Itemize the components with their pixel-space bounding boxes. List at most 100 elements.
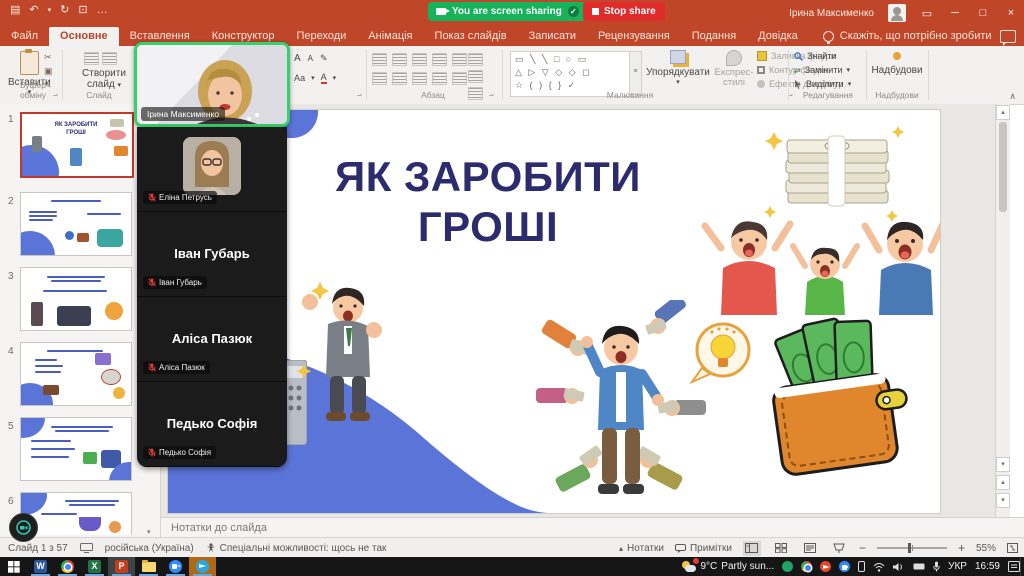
tab-slideshow[interactable]: Показ слайдів: [424, 27, 518, 46]
taskbar-word[interactable]: W: [27, 557, 54, 576]
quick-styles-button[interactable]: Експрес-стилі: [711, 50, 757, 89]
tab-help[interactable]: Довідка: [747, 27, 809, 46]
thumbnail-slide-3[interactable]: [20, 267, 132, 331]
network-icon[interactable]: [873, 562, 885, 572]
pen-icon[interactable]: [913, 562, 925, 571]
slide-sorter-view-button[interactable]: [772, 541, 790, 556]
tab-home[interactable]: Основне: [49, 27, 119, 46]
shrink-font-icon[interactable]: А: [308, 54, 313, 63]
thumbnail-slide-4[interactable]: [20, 342, 132, 406]
font-color-icon[interactable]: А: [321, 72, 327, 84]
share-check-icon[interactable]: ✓: [568, 6, 579, 17]
ribbon-display-options-icon[interactable]: ▭: [920, 7, 934, 20]
clipboard-dialog-launcher[interactable]: ⌐: [53, 91, 58, 100]
previous-slide-button[interactable]: ▴: [996, 475, 1010, 490]
taskbar-excel[interactable]: X: [81, 557, 108, 576]
slide-scrollbar[interactable]: ▴ ▾ ▴ ▾: [995, 104, 1010, 517]
taskbar-chrome[interactable]: [54, 557, 81, 576]
next-slide-button[interactable]: ▾: [996, 493, 1010, 508]
tray-zoom-icon[interactable]: [839, 561, 850, 572]
minimize-button[interactable]: ─: [948, 7, 962, 19]
weather-widget[interactable]: 9°C Partly sun...: [682, 561, 775, 573]
avatar[interactable]: [888, 4, 906, 22]
keyboard-language[interactable]: УКР: [948, 561, 967, 572]
bullets-icon[interactable]: [372, 53, 387, 66]
scroll-down-icon[interactable]: ▾: [996, 457, 1010, 472]
thumbnail-slide-1[interactable]: ЯК ЗАРОБИТИ ГРОШІ: [20, 112, 134, 178]
tell-me-box[interactable]: Скажіть, що потрібно зробити: [823, 30, 992, 46]
scroll-up-icon[interactable]: ▴: [996, 105, 1010, 120]
participant-tile[interactable]: Іван Губарь Іван Губарь: [137, 212, 287, 297]
zoom-in-button[interactable]: +: [958, 541, 965, 555]
zoom-out-button[interactable]: −: [859, 541, 866, 555]
replace-button[interactable]: ⇄ Замінити ▾: [794, 65, 851, 75]
tab-record[interactable]: Записати: [518, 27, 587, 46]
comments-icon[interactable]: [1000, 30, 1016, 43]
select-button[interactable]: Виділити ▾: [794, 79, 851, 89]
align-left-icon[interactable]: [372, 72, 387, 85]
taskbar-powerpoint[interactable]: P: [108, 557, 135, 576]
account-name[interactable]: Ірина Максименко: [789, 8, 874, 19]
qat-more-icon[interactable]: …: [97, 4, 108, 16]
tab-transitions[interactable]: Переходи: [285, 27, 357, 46]
taskbar-telegram[interactable]: [189, 557, 216, 576]
new-slide-icon[interactable]: [84, 52, 99, 65]
tab-review[interactable]: Рецензування: [587, 27, 681, 46]
align-text-icon[interactable]: [468, 70, 483, 83]
participant-tile[interactable]: Аліса Пазюк Аліса Пазюк: [137, 297, 287, 382]
fontcolor-dropdown-icon[interactable]: ▾: [333, 74, 337, 82]
thumbnail-slide-5[interactable]: [20, 417, 132, 481]
participant-tile[interactable]: Педько Софія Педько Софія: [137, 382, 287, 467]
normal-view-button[interactable]: [743, 541, 761, 556]
comments-toggle[interactable]: Примітки: [675, 543, 732, 554]
find-button[interactable]: Знайти: [794, 51, 851, 61]
redo-icon[interactable]: ↻: [60, 3, 69, 16]
align-right-icon[interactable]: [412, 72, 427, 85]
tray-chrome-icon[interactable]: [801, 561, 812, 572]
paragraph-dialog-launcher[interactable]: ⌐: [489, 91, 494, 100]
stop-share-button[interactable]: Stop share: [583, 2, 665, 21]
tray-telegram-icon[interactable]: [820, 561, 831, 572]
decrease-indent-icon[interactable]: [412, 53, 427, 66]
zoom-annotation-widget[interactable]: [9, 513, 38, 542]
tab-animations[interactable]: Анімація: [357, 27, 423, 46]
text-direction-icon[interactable]: [468, 53, 483, 66]
active-speaker-video[interactable]: Ірина Максименко: [134, 42, 290, 127]
notification-center-icon[interactable]: [1008, 561, 1020, 572]
zoom-level[interactable]: 55%: [976, 543, 996, 554]
slideshow-view-button[interactable]: [830, 541, 848, 556]
case-dropdown-icon[interactable]: ▾: [311, 74, 315, 82]
tab-file[interactable]: Файл: [0, 27, 49, 46]
taskbar-zoom[interactable]: [162, 557, 189, 576]
change-case-icon[interactable]: Аа: [294, 73, 305, 83]
font-dialog-launcher[interactable]: ⌐: [357, 91, 362, 100]
copy-icon[interactable]: ▣: [44, 66, 53, 77]
reading-view-button[interactable]: [801, 541, 819, 556]
new-slide-button[interactable]: Створити слайд ▾: [78, 68, 130, 90]
align-center-icon[interactable]: [392, 72, 407, 85]
notes-toggle[interactable]: ▴ Нотатки: [619, 543, 664, 554]
tray-green-app-icon[interactable]: [782, 561, 793, 572]
participant-tile[interactable]: Еліна Петрусь: [137, 127, 287, 212]
thumbnail-scroll-down-icon[interactable]: ▾: [147, 528, 151, 536]
numbering-icon[interactable]: [392, 53, 407, 66]
undo-dropdown-icon[interactable]: ▾: [48, 6, 52, 14]
taskbar-explorer[interactable]: [135, 557, 162, 576]
volume-icon[interactable]: [893, 562, 905, 572]
phone-icon[interactable]: [858, 561, 865, 572]
notes-pane[interactable]: Нотатки до слайда: [161, 517, 1024, 537]
show-desktop-button[interactable]: [1020, 557, 1024, 576]
zoom-meeting-panel[interactable]: Ірина Максименко Еліна Петрусь Іван Губа…: [134, 42, 290, 127]
fit-to-window-icon[interactable]: [1007, 543, 1018, 553]
undo-icon[interactable]: ↶: [29, 3, 38, 16]
arrange-button[interactable]: Упорядкувати ▾: [647, 50, 709, 86]
addins-button[interactable]: Надбудови: [874, 52, 920, 76]
increase-indent-icon[interactable]: [432, 53, 447, 66]
close-button[interactable]: ×: [1004, 7, 1018, 19]
zoom-slider[interactable]: [877, 547, 947, 549]
mic-icon[interactable]: [933, 561, 940, 572]
start-button[interactable]: [0, 557, 27, 576]
collapse-ribbon-icon[interactable]: ∧: [1009, 91, 1016, 102]
slide-layout-icon[interactable]: [102, 52, 117, 65]
clock[interactable]: 16:59: [975, 561, 1000, 572]
